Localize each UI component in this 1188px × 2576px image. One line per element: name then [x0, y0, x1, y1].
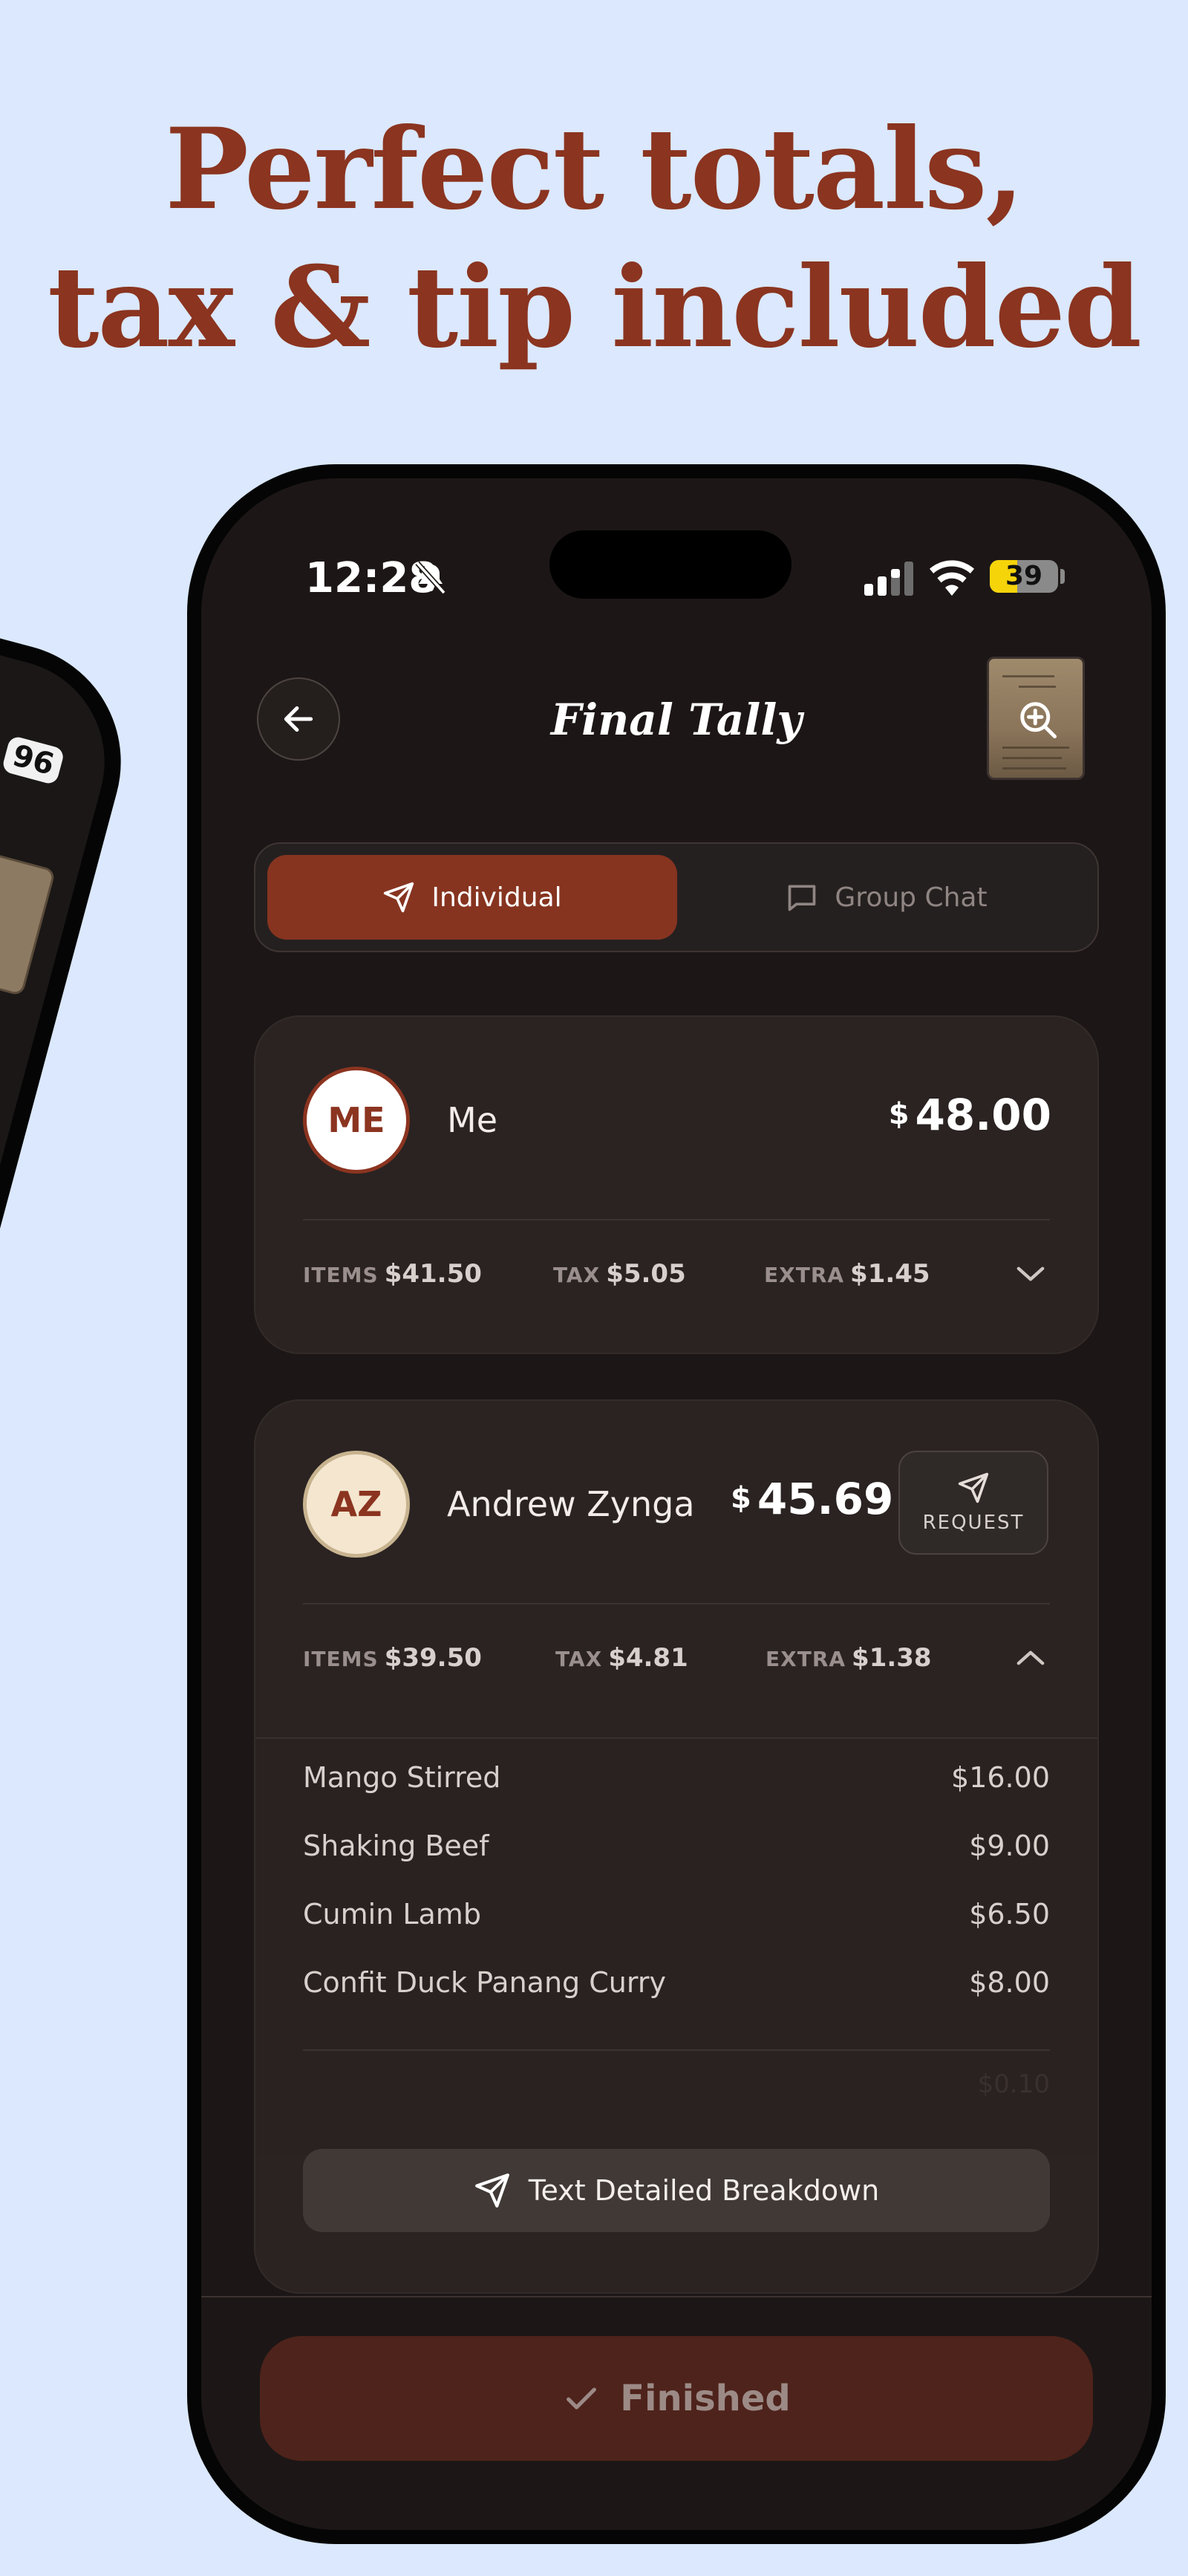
extra-amount: EXTRA $1.38 [766, 1636, 932, 1685]
item-name: Confit Duck Panang Curry [303, 1966, 666, 1999]
avatar: AZ [303, 1451, 410, 1558]
divider [303, 2049, 1050, 2051]
currency-symbol: $ [888, 1097, 910, 1131]
person-total: $48.00 [889, 1090, 1051, 1140]
bottom-action-bar: Finished [201, 2296, 1152, 2530]
receipt-thumbnail-button[interactable] [987, 657, 1085, 780]
chevron-down-icon[interactable] [1014, 1261, 1047, 1287]
item-price: $9.00 [969, 1829, 1050, 1862]
chevron-up-icon[interactable] [1014, 1645, 1047, 1671]
tab-group-chat-label: Group Chat [835, 882, 988, 913]
page-title: Final Tally [550, 695, 803, 745]
list-item: Shaking Beef $9.00 [303, 1824, 1050, 1868]
background-phone: 96 ⊕ [0, 535, 148, 1786]
avatar: ME [303, 1067, 410, 1174]
finished-button-label: Finished [620, 2378, 791, 2419]
tab-individual[interactable]: Individual [267, 855, 677, 940]
cellular-signal-icon [864, 562, 913, 596]
tax-value: $5.05 [606, 1259, 686, 1289]
currency-symbol: $ [731, 1481, 751, 1515]
headline-line-1: Perfect totals, [165, 104, 1025, 235]
list-item: Confit Duck Panang Curry $8.00 [303, 1960, 1050, 2005]
item-price: $6.50 [969, 1898, 1050, 1931]
chat-bubble-icon [789, 885, 816, 911]
back-button[interactable] [257, 677, 340, 761]
items-label: ITEMS [303, 1263, 379, 1287]
receipt-line [1019, 686, 1056, 688]
person-total: $45.69 [731, 1474, 893, 1524]
list-item: Mango Stirred $16.00 [303, 1755, 1050, 1800]
extra-label: EXTRA [764, 1263, 845, 1287]
extra-label: EXTRA [766, 1647, 846, 1671]
arrow-left-icon [284, 706, 313, 732]
item-price: $16.00 [951, 1761, 1050, 1794]
phone-frame: 12:28 39 Final Tally Individual Group Ch… [187, 464, 1166, 2544]
person-name: Andrew Zynga [447, 1484, 695, 1524]
receipt-line [1002, 757, 1062, 759]
wifi-icon [930, 560, 974, 596]
extra-amount: EXTRA $1.45 [764, 1252, 930, 1301]
battery-level: 39 [1005, 561, 1043, 591]
extra-value: $1.38 [852, 1643, 932, 1673]
bell-slash-icon [415, 561, 446, 595]
items-subtotal: ITEMS $41.50 [303, 1252, 482, 1301]
tax-amount: TAX $4.81 [555, 1636, 688, 1685]
cost-breakdown-row[interactable]: ITEMS $41.50 TAX $5.05 EXTRA $1.45 [303, 1252, 1050, 1296]
list-item: Cumin Lamb $6.50 [303, 1892, 1050, 1936]
person-card-andrew-zynga: AZ Andrew Zynga $45.69 REQUEST ITEMS $39.… [254, 1399, 1099, 2294]
cost-breakdown-row[interactable]: ITEMS $39.50 TAX $4.81 EXTRA $1.38 [303, 1636, 1050, 1680]
paper-plane-icon [384, 882, 414, 913]
receipt-line [1002, 767, 1066, 770]
battery-indicator: 39 [990, 560, 1058, 593]
faded-price: $0.10 [977, 2069, 1050, 2099]
items-label: ITEMS [303, 1647, 379, 1671]
headline: Perfect totals, tax & tip included [0, 100, 1188, 377]
dynamic-island [549, 530, 792, 599]
text-detailed-breakdown-button[interactable]: Text Detailed Breakdown [303, 2149, 1050, 2232]
paper-plane-icon [958, 1472, 989, 1503]
line-items-list: Mango Stirred $16.00 Shaking Beef $9.00 … [255, 1737, 1097, 2155]
receipt-line [1002, 675, 1054, 677]
total-value: 45.69 [757, 1474, 894, 1524]
background-phone-battery: 96 [1, 735, 65, 786]
total-value: 48.00 [915, 1090, 1051, 1140]
divider [303, 1603, 1050, 1604]
view-mode-segmented-control: Individual Group Chat [254, 842, 1099, 952]
request-button-label: REQUEST [922, 1512, 1025, 1534]
tab-individual-label: Individual [431, 882, 562, 913]
divider [303, 1219, 1050, 1220]
items-value: $41.50 [384, 1259, 482, 1289]
tab-group-chat[interactable]: Group Chat [686, 855, 1087, 940]
item-name: Cumin Lamb [303, 1898, 481, 1931]
item-name: Mango Stirred [303, 1761, 501, 1794]
item-name: Shaking Beef [303, 1829, 489, 1862]
tax-label: TAX [553, 1263, 601, 1287]
extra-value: $1.45 [850, 1259, 930, 1289]
text-detailed-breakdown-label: Text Detailed Breakdown [528, 2174, 880, 2207]
faded-row: $0.10 [303, 2066, 1050, 2103]
person-name: Me [447, 1100, 497, 1140]
paper-plane-icon [474, 2173, 509, 2208]
request-button[interactable]: REQUEST [898, 1451, 1048, 1555]
person-card-me: ME Me $48.00 ITEMS $41.50 TAX $5.05 EXTRA $… [254, 1015, 1099, 1354]
background-phone-receipt-thumbnail: ⊕ [0, 844, 56, 997]
headline-line-2: tax & tip included [48, 242, 1142, 373]
zoom-in-icon [1020, 702, 1057, 738]
finished-button[interactable]: Finished [260, 2336, 1093, 2461]
tax-label: TAX [555, 1647, 603, 1671]
items-value: $39.50 [384, 1643, 482, 1673]
battery-tip [1060, 569, 1065, 584]
items-subtotal: ITEMS $39.50 [303, 1636, 482, 1685]
checkmark-icon [567, 2387, 597, 2410]
tax-value: $4.81 [608, 1643, 688, 1673]
receipt-line [1002, 747, 1069, 749]
phone-screen: 12:28 39 Final Tally Individual Group Ch… [201, 478, 1152, 2530]
tax-amount: TAX $5.05 [553, 1252, 686, 1301]
item-price: $8.00 [969, 1966, 1050, 1999]
